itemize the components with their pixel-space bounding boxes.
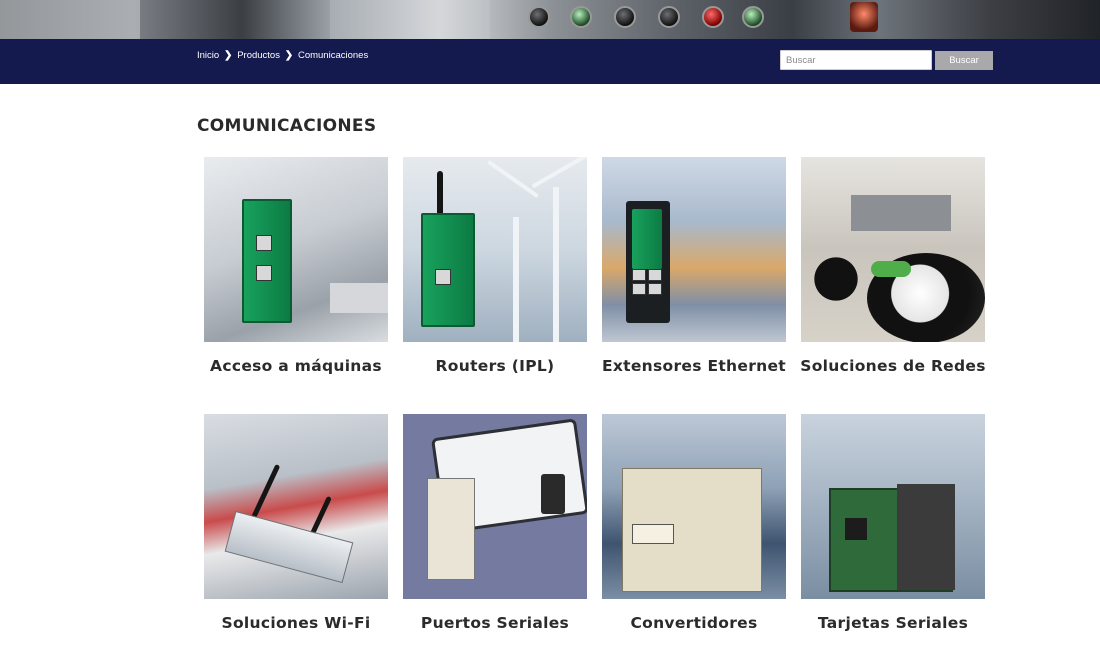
product-image[interactable] bbox=[204, 157, 388, 342]
product-card-tarjetas-seriales[interactable]: Tarjetas Seriales bbox=[801, 414, 985, 632]
product-image[interactable] bbox=[602, 157, 786, 342]
product-card-acceso-a-maquinas[interactable]: Acceso a máquinas bbox=[204, 157, 388, 375]
product-image[interactable] bbox=[403, 414, 587, 599]
chevron-right-icon: ❯ bbox=[223, 49, 233, 61]
product-image[interactable] bbox=[602, 414, 786, 599]
product-label[interactable]: Tarjetas Seriales bbox=[783, 614, 1003, 632]
product-card-soluciones-de-redes[interactable]: Soluciones de Redes bbox=[800, 157, 985, 375]
product-label[interactable]: Extensores Ethernet bbox=[584, 357, 804, 375]
product-label[interactable]: Puertos Seriales bbox=[385, 614, 605, 632]
search-input[interactable] bbox=[780, 50, 932, 70]
product-image[interactable] bbox=[204, 414, 388, 599]
product-label[interactable]: Routers (IPL) bbox=[385, 357, 605, 375]
product-label[interactable]: Convertidores bbox=[584, 614, 804, 632]
hero-banner-image bbox=[0, 0, 1100, 39]
product-card-extensores-ethernet[interactable]: Extensores Ethernet bbox=[602, 157, 786, 375]
product-image[interactable] bbox=[801, 414, 985, 599]
product-label[interactable]: Soluciones de Redes bbox=[783, 357, 1003, 375]
product-image[interactable] bbox=[801, 157, 985, 342]
product-card-routers-ipl[interactable]: Routers (IPL) bbox=[403, 157, 587, 375]
product-label[interactable]: Acceso a máquinas bbox=[186, 357, 406, 375]
breadcrumb-item-productos[interactable]: Productos bbox=[237, 50, 280, 61]
product-label[interactable]: Soluciones Wi-Fi bbox=[186, 614, 406, 632]
search-button[interactable]: Buscar bbox=[935, 51, 993, 70]
product-card-soluciones-wi-fi[interactable]: Soluciones Wi-Fi bbox=[204, 414, 388, 632]
breadcrumb-item-inicio[interactable]: Inicio bbox=[197, 50, 219, 61]
product-card-puertos-seriales[interactable]: Puertos Seriales bbox=[403, 414, 587, 632]
product-card-convertidores[interactable]: Convertidores bbox=[602, 414, 786, 632]
page-title: COMUNICACIONES bbox=[197, 116, 377, 136]
chevron-right-icon: ❯ bbox=[284, 49, 294, 61]
breadcrumb: Inicio ❯ Productos ❯ Comunicaciones bbox=[197, 48, 368, 62]
product-image[interactable] bbox=[403, 157, 587, 342]
breadcrumb-item-comunicaciones: Comunicaciones bbox=[297, 49, 369, 61]
